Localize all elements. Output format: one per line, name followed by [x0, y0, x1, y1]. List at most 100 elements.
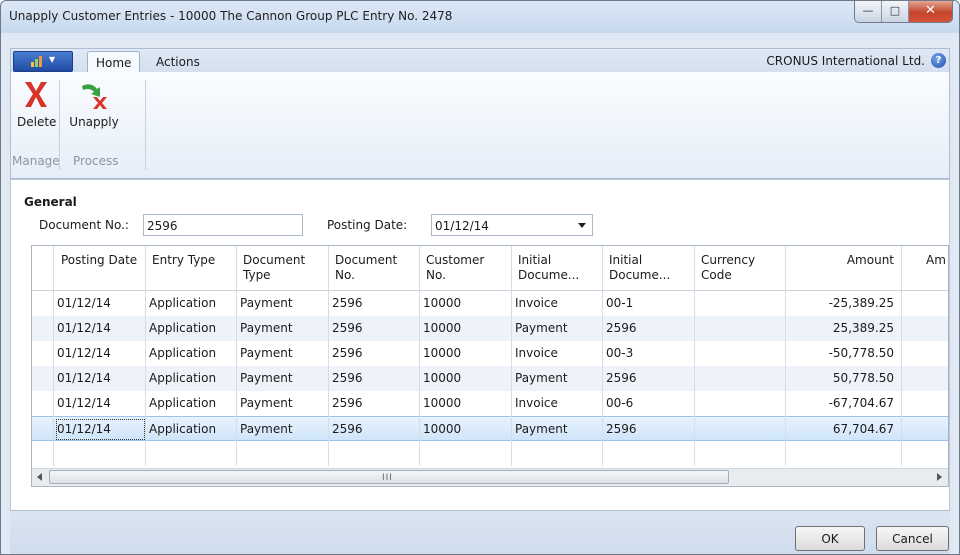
- table-row[interactable]: 01/12/14 Application Payment 2596 10000 Invoi…: [32, 391, 948, 416]
- table-cell[interactable]: Application: [149, 296, 216, 310]
- group-separator: [145, 80, 146, 170]
- table-cell[interactable]: Payment: [240, 371, 293, 385]
- table-cell[interactable]: 10000: [423, 321, 461, 335]
- document-no-field[interactable]: 2596: [143, 214, 303, 236]
- column-header-initial-document-type[interactable]: Initial Docume...: [518, 253, 579, 283]
- table-cell[interactable]: 2596: [332, 371, 363, 385]
- scroll-grip: III: [382, 473, 393, 483]
- table-cell[interactable]: Payment: [240, 346, 293, 360]
- table-row[interactable]: 01/12/14 Application Payment 2596 10000 Payme…: [32, 316, 948, 341]
- table-cell[interactable]: 2596: [606, 321, 637, 335]
- column-divider: [53, 246, 54, 466]
- table-cell[interactable]: Invoice: [515, 346, 558, 360]
- ok-button[interactable]: OK: [795, 526, 865, 551]
- delete-button[interactable]: Delete: [17, 78, 56, 129]
- table-cell[interactable]: 00-3: [606, 346, 633, 360]
- table-cell[interactable]: Invoice: [515, 396, 558, 410]
- table-cell[interactable]: 2596: [332, 396, 363, 410]
- maximize-icon[interactable]: □: [882, 1, 909, 22]
- dynamics-logo-icon: [31, 56, 42, 67]
- table-row[interactable]: 01/12/14 Application Payment 2596 10000 Payme…: [32, 366, 948, 391]
- amount-cell[interactable]: -50,778.50: [786, 346, 894, 360]
- table-cell[interactable]: Payment: [240, 396, 293, 410]
- unapply-button[interactable]: Unapply: [68, 78, 120, 129]
- help-icon[interactable]: ?: [931, 53, 946, 68]
- table-cell[interactable]: Application: [149, 422, 216, 436]
- table-cell[interactable]: 2596: [332, 422, 363, 436]
- amount-cell[interactable]: 25,389.25: [786, 321, 894, 335]
- table-cell[interactable]: 01/12/14: [57, 296, 111, 310]
- column-header-amount[interactable]: Amount: [786, 253, 894, 268]
- scroll-left-arrow-icon[interactable]: [37, 473, 42, 481]
- table-cell[interactable]: 00-6: [606, 396, 633, 410]
- scroll-thumb[interactable]: III: [49, 470, 729, 484]
- table-cell[interactable]: 01/12/14: [57, 321, 111, 335]
- table-cell[interactable]: Payment: [515, 422, 568, 436]
- table-cell[interactable]: Application: [149, 371, 216, 385]
- table-cell[interactable]: Application: [149, 346, 216, 360]
- column-header-initial-document-no[interactable]: Initial Docume...: [609, 253, 670, 283]
- table-row[interactable]: 01/12/14 Application Payment 2596 10000 Invoi…: [32, 341, 948, 366]
- column-header-document-type[interactable]: Document Type: [243, 253, 305, 283]
- column-divider: [419, 246, 420, 466]
- group-separator: [59, 80, 60, 170]
- table-cell[interactable]: 00-1: [606, 296, 633, 310]
- table-cell[interactable]: 01/12/14: [57, 346, 111, 360]
- posting-date-select[interactable]: 01/12/14: [431, 214, 593, 236]
- table-cell[interactable]: 01/12/14: [57, 371, 111, 385]
- table-cell[interactable]: Application: [149, 321, 216, 335]
- column-divider: [145, 246, 146, 466]
- group-label-process: Process: [73, 154, 119, 168]
- tab-home[interactable]: Home: [87, 51, 141, 74]
- table-cell[interactable]: 10000: [423, 371, 461, 385]
- table-cell[interactable]: 2596: [606, 422, 637, 436]
- table-cell[interactable]: Payment: [515, 321, 568, 335]
- table-cell[interactable]: 10000: [423, 296, 461, 310]
- ribbon-tab-bar: ▼ Home Actions CRONUS International Ltd.…: [10, 48, 950, 74]
- application-menu-button[interactable]: ▼: [13, 51, 73, 72]
- table-cell[interactable]: Application: [149, 396, 216, 410]
- table-cell[interactable]: Payment: [515, 371, 568, 385]
- dropdown-arrow-icon: [578, 223, 586, 228]
- amount-cell[interactable]: 67,704.67: [786, 422, 894, 436]
- column-divider: [785, 246, 786, 466]
- table-cell[interactable]: Payment: [240, 422, 293, 436]
- amount-cell[interactable]: -67,704.67: [786, 396, 894, 410]
- column-header-currency-code[interactable]: Currency Code: [701, 253, 755, 283]
- table-cell[interactable]: 2596: [332, 321, 363, 335]
- cancel-button[interactable]: Cancel: [876, 526, 949, 551]
- amount-cell[interactable]: 50,778.50: [786, 371, 894, 385]
- column-header-document-no[interactable]: Document No.: [335, 253, 397, 283]
- table-cell[interactable]: 2596: [606, 371, 637, 385]
- table-cell[interactable]: 10000: [423, 396, 461, 410]
- document-no-label: Document No.:: [39, 218, 129, 232]
- column-header-customer-no[interactable]: Customer No.: [426, 253, 484, 283]
- table-cell[interactable]: Invoice: [515, 296, 558, 310]
- minimize-icon[interactable]: —: [855, 1, 882, 22]
- column-divider: [694, 246, 695, 466]
- table-cell[interactable]: Payment: [240, 321, 293, 335]
- column-divider: [236, 246, 237, 466]
- company-name: CRONUS International Ltd.: [766, 54, 925, 68]
- table-row[interactable]: 01/12/14 Application Payment 2596 10000 Invoi…: [32, 291, 948, 316]
- table-cell[interactable]: 2596: [332, 346, 363, 360]
- posting-date-label: Posting Date:: [327, 218, 408, 232]
- column-header-amount-lcy[interactable]: Am: [926, 253, 946, 268]
- table-cell[interactable]: 10000: [423, 422, 461, 436]
- column-header-posting-date[interactable]: Posting Date: [61, 253, 137, 268]
- table-header: Posting Date Entry Type Document Type Doc…: [32, 246, 948, 291]
- horizontal-scrollbar[interactable]: III: [32, 468, 948, 486]
- dialog-footer: OK Cancel: [10, 510, 950, 554]
- window-controls: — □ ✕: [854, 1, 953, 23]
- scroll-right-arrow-icon[interactable]: [937, 473, 942, 481]
- column-header-entry-type[interactable]: Entry Type: [152, 253, 215, 268]
- amount-cell[interactable]: -25,389.25: [786, 296, 894, 310]
- table-cell[interactable]: Payment: [240, 296, 293, 310]
- tab-actions[interactable]: Actions: [148, 51, 208, 73]
- table-cell[interactable]: 10000: [423, 346, 461, 360]
- table-row[interactable]: 01/12/14 Application Payment 2596 10000 Payme…: [32, 416, 948, 441]
- title-bar[interactable]: Unapply Customer Entries - 10000 The Can…: [1, 1, 959, 33]
- table-cell[interactable]: 2596: [332, 296, 363, 310]
- table-cell[interactable]: 01/12/14: [57, 396, 111, 410]
- close-icon[interactable]: ✕: [909, 1, 952, 22]
